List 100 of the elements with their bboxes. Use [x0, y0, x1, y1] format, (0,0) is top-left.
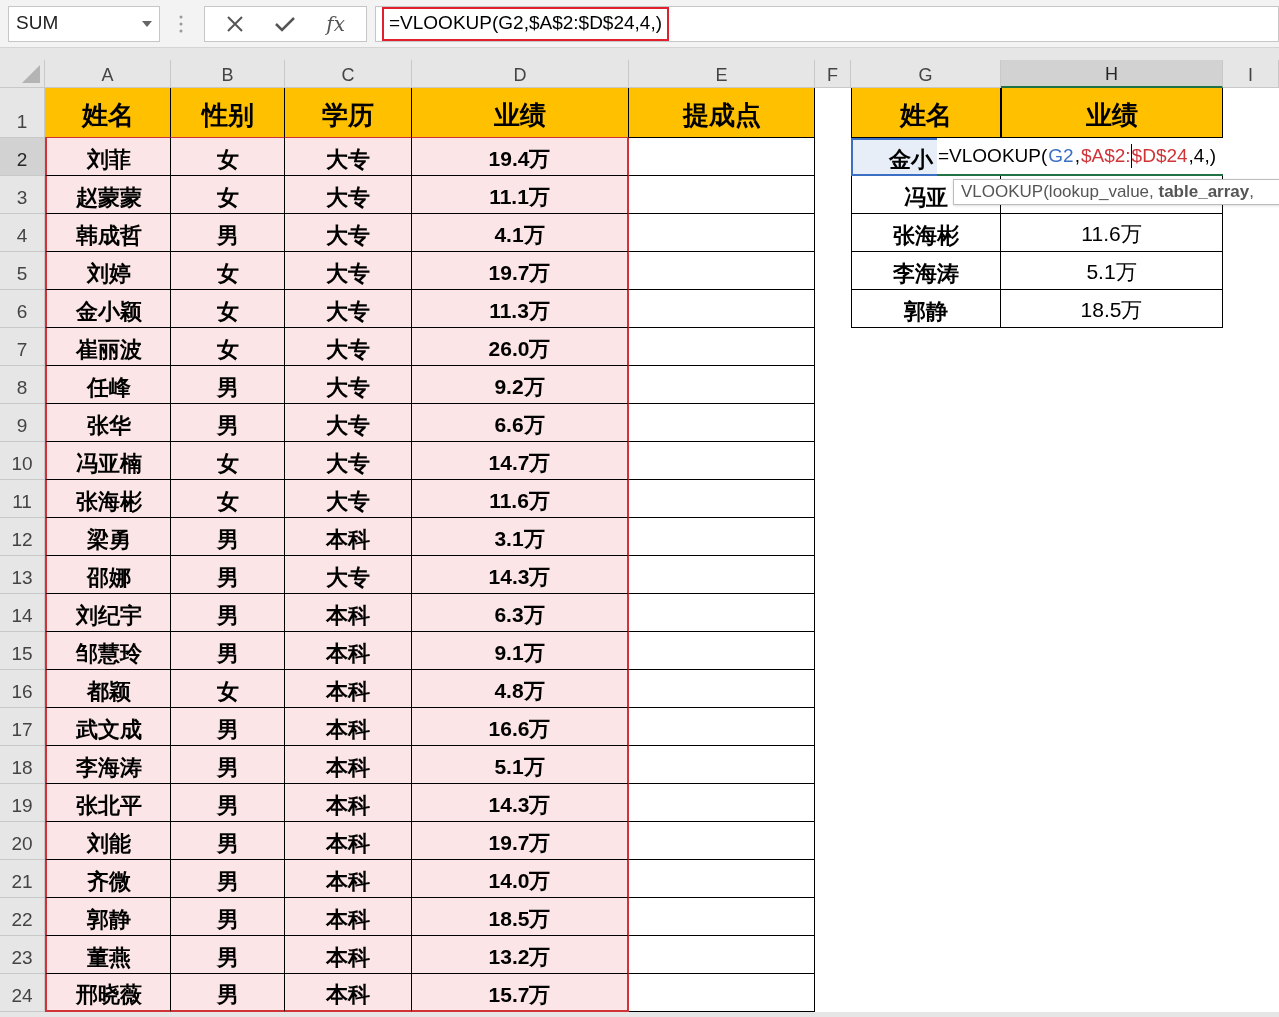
- table-cell: 大专: [285, 328, 412, 366]
- table-cell: 大专: [285, 290, 412, 328]
- table-cell: 男: [171, 708, 285, 746]
- row-header[interactable]: 9: [0, 404, 45, 442]
- column-heading: 提成点: [629, 88, 815, 138]
- table-cell: 本科: [285, 632, 412, 670]
- row-header[interactable]: 14: [0, 594, 45, 632]
- table-cell: 武文成: [45, 708, 171, 746]
- table-cell: 11.1万: [412, 176, 629, 214]
- column-header[interactable]: I: [1223, 60, 1279, 88]
- row-header[interactable]: 15: [0, 632, 45, 670]
- table-cell: 男: [171, 518, 285, 556]
- row-header[interactable]: 3: [0, 176, 45, 214]
- row-header[interactable]: 16: [0, 670, 45, 708]
- table-cell: 女: [171, 252, 285, 290]
- table-cell: 大专: [285, 480, 412, 518]
- table-cell: 19.4万: [412, 138, 629, 176]
- table-cell: 5.1万: [1001, 252, 1223, 290]
- row-header[interactable]: 20: [0, 822, 45, 860]
- column-header[interactable]: E: [629, 60, 815, 88]
- row-header[interactable]: 17: [0, 708, 45, 746]
- table-cell: 14.3万: [412, 784, 629, 822]
- table-cell: 本科: [285, 594, 412, 632]
- row-header[interactable]: 22: [0, 898, 45, 936]
- row-header[interactable]: 11: [0, 480, 45, 518]
- table-cell: 男: [171, 214, 285, 252]
- table-cell: 14.3万: [412, 556, 629, 594]
- table-cell: 冯亚楠: [45, 442, 171, 480]
- row-header[interactable]: 10: [0, 442, 45, 480]
- row-header[interactable]: 5: [0, 252, 45, 290]
- column-heading: 学历: [285, 88, 412, 138]
- table-cell: 男: [171, 594, 285, 632]
- table-cell: 本科: [285, 860, 412, 898]
- column-header[interactable]: H: [1001, 60, 1223, 88]
- checkmark-icon[interactable]: [274, 14, 297, 33]
- column-header[interactable]: F: [815, 60, 851, 88]
- table-cell: 男: [171, 936, 285, 974]
- table-cell: 男: [171, 632, 285, 670]
- row-header[interactable]: 6: [0, 290, 45, 328]
- table-cell: 邹慧玲: [45, 632, 171, 670]
- table-cell: 梁勇: [45, 518, 171, 556]
- table-cell: 6.6万: [412, 404, 629, 442]
- name-box[interactable]: SUM: [8, 5, 160, 42]
- table-cell: 女: [171, 480, 285, 518]
- column-header[interactable]: G: [851, 60, 1001, 88]
- row-header[interactable]: 8: [0, 366, 45, 404]
- column-heading: 姓名: [851, 88, 1001, 138]
- table-cell: 金小颖: [45, 290, 171, 328]
- table-cell: 大专: [285, 442, 412, 480]
- table-cell: 男: [171, 860, 285, 898]
- table-cell: 大专: [285, 556, 412, 594]
- table-cell: 女: [171, 670, 285, 708]
- row-header[interactable]: 21: [0, 860, 45, 898]
- column-header[interactable]: D: [412, 60, 629, 88]
- table-cell: 26.0万: [412, 328, 629, 366]
- table-cell[interactable]: 张海彬: [851, 214, 1001, 252]
- table-cell: 19.7万: [412, 822, 629, 860]
- row-header[interactable]: 24: [0, 974, 45, 1012]
- row-header[interactable]: 13: [0, 556, 45, 594]
- close-icon[interactable]: [226, 14, 245, 33]
- table-cell: 11.3万: [412, 290, 629, 328]
- table-cell: 女: [171, 290, 285, 328]
- row-header[interactable]: 1: [0, 88, 45, 138]
- insert-function-button[interactable]: fx: [326, 8, 345, 39]
- row-header[interactable]: 12: [0, 518, 45, 556]
- table-cell: 14.0万: [412, 860, 629, 898]
- column-heading: 业绩: [1001, 88, 1223, 138]
- row-header[interactable]: 18: [0, 746, 45, 784]
- table-cell: 男: [171, 556, 285, 594]
- row-header[interactable]: 4: [0, 214, 45, 252]
- column-header[interactable]: C: [285, 60, 412, 88]
- row-header[interactable]: 7: [0, 328, 45, 366]
- formula-input[interactable]: =VLOOKUP(G2,$A$2:$D$24,4,): [382, 6, 669, 41]
- table-cell: 9.2万: [412, 366, 629, 404]
- row-header[interactable]: 19: [0, 784, 45, 822]
- table-cell: 董燕: [45, 936, 171, 974]
- table-cell[interactable]: 李海涛: [851, 252, 1001, 290]
- column-heading: 姓名: [45, 88, 171, 138]
- table-cell: 6.3万: [412, 594, 629, 632]
- table-cell: 女: [171, 138, 285, 176]
- table-cell: 本科: [285, 898, 412, 936]
- column-header[interactable]: A: [45, 60, 171, 88]
- table-cell: 本科: [285, 670, 412, 708]
- column-header[interactable]: B: [171, 60, 285, 88]
- table-cell: 大专: [285, 252, 412, 290]
- table-cell[interactable]: 郭静: [851, 290, 1001, 328]
- function-tooltip: VLOOKUP(lookup_value, table_array,: [953, 179, 1279, 205]
- row-header[interactable]: 23: [0, 936, 45, 974]
- column-heading: 业绩: [412, 88, 629, 138]
- table-cell: 9.1万: [412, 632, 629, 670]
- table-cell: 本科: [285, 822, 412, 860]
- table-cell: 4.1万: [412, 214, 629, 252]
- table-cell[interactable]: 金小: [851, 138, 937, 176]
- table-cell: 5.1万: [412, 746, 629, 784]
- drag-handle-icon: [179, 14, 183, 33]
- table-cell: 女: [171, 328, 285, 366]
- table-cell: 齐微: [45, 860, 171, 898]
- table-cell: 4.8万: [412, 670, 629, 708]
- table-cell: 都颖: [45, 670, 171, 708]
- row-header[interactable]: 2: [0, 138, 45, 176]
